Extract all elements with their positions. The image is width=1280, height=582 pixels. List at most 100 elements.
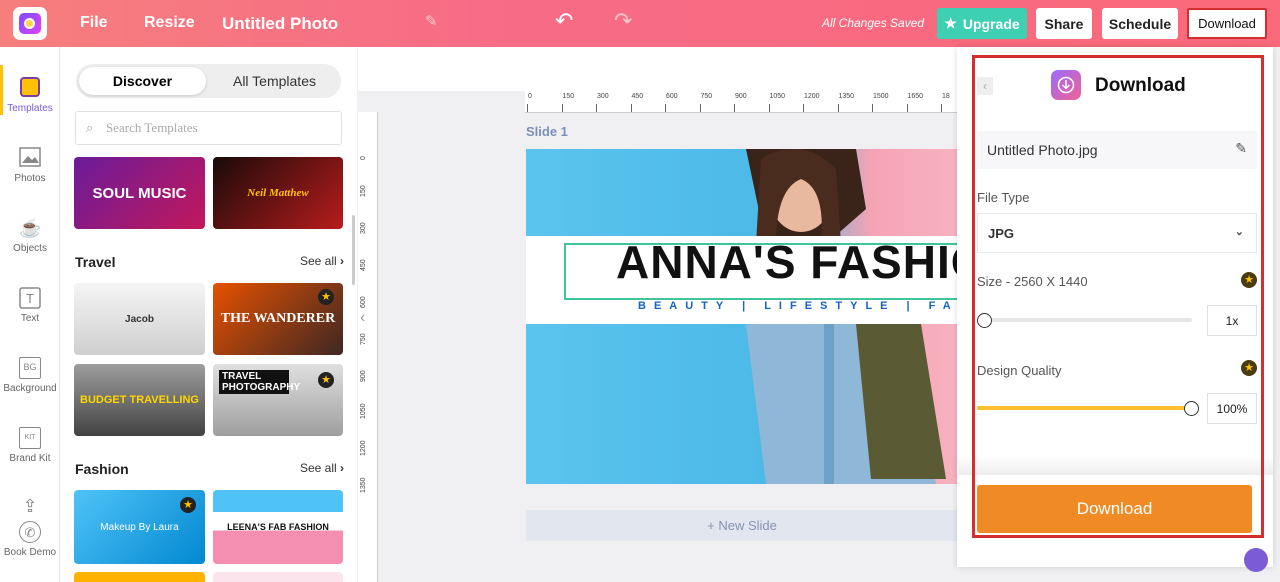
thumb-text: Jacob	[125, 313, 154, 325]
fashion-see-all-link[interactable]: See all ›	[300, 461, 344, 475]
ruler-tick-label: 0	[528, 93, 532, 100]
thumb-text: SOUL MUSIC	[92, 184, 187, 202]
thumb-text: TRAVEL PHOTOGRAPHY	[219, 370, 300, 394]
templates-icon	[19, 77, 41, 99]
nav-photos-label: Photos	[14, 173, 46, 184]
nav-book-demo[interactable]: ✆ Book Demo	[0, 521, 60, 558]
template-thumb[interactable]	[74, 572, 205, 582]
ruler-tick-label: 1350	[360, 477, 367, 493]
nav-text[interactable]: T Text	[0, 287, 60, 324]
template-thumb[interactable]: Neil Matthew	[213, 157, 343, 229]
ruler-tick	[734, 104, 735, 112]
nav-brand-kit[interactable]: KIT Brand Kit	[0, 427, 60, 464]
new-slide-button[interactable]: + New Slide	[526, 510, 958, 541]
chevron-right-icon: ›	[340, 254, 345, 268]
ruler-tick-label: 450	[631, 93, 644, 100]
canvas-toolbar	[358, 47, 958, 91]
edit-title-icon[interactable]: ✎	[425, 12, 438, 30]
ruler-tick-label: 1050	[769, 93, 786, 100]
download-button[interactable]: Download	[1187, 8, 1267, 39]
thumb-text: BUDGET TRAVELLING	[80, 394, 199, 406]
ruler-tick-label: 150	[360, 185, 367, 197]
left-nav: Templates Photos ☕ Objects T Text BG Bac…	[0, 47, 60, 582]
document-title[interactable]: Untitled Photo	[222, 14, 338, 34]
ruler-left: 0 150 300 450 600 750 900 1050 1200 1350	[358, 112, 378, 582]
template-thumb[interactable]: LEENA'S FAB FASHION	[213, 490, 343, 564]
travel-see-all-link[interactable]: See all ›	[300, 254, 344, 268]
templates-panel: Discover All Templates ⌕ Search Templates…	[60, 47, 357, 582]
nav-text-label: Text	[20, 313, 40, 324]
save-status: All Changes Saved	[822, 16, 925, 30]
ruler-tick	[596, 104, 597, 112]
ruler-tick	[872, 104, 873, 112]
ruler-tick	[837, 104, 839, 112]
ruler-tick	[527, 104, 528, 112]
template-thumb[interactable]: SOUL MUSIC	[74, 157, 205, 229]
file-menu[interactable]: File	[80, 14, 108, 32]
search-icon: ⌕	[86, 120, 94, 135]
template-thumb[interactable]: BUDGET TRAVELLING	[74, 364, 205, 436]
headline-text[interactable]: ANNA'S FASHIO	[616, 235, 958, 289]
thumb-text: THE WANDERER	[220, 311, 336, 326]
brand-kit-icon: KIT	[19, 427, 41, 449]
ruler-tick-label: 1200	[360, 440, 367, 456]
ruler-top: 0 150 300 450 600 750 900 1050 1200 1350 1500 1650 1…	[525, 91, 958, 113]
nav-objects-label: Objects	[13, 243, 47, 254]
section-travel-title: Travel	[75, 254, 116, 270]
coffee-cup-icon: ☕	[19, 218, 42, 238]
ruler-tick	[803, 104, 804, 112]
ruler-tick-label: 900	[360, 370, 367, 382]
ruler-tick-label: 300	[597, 93, 609, 100]
ruler-tick-label: 0	[360, 156, 367, 160]
redo-icon[interactable]: ↷	[614, 8, 632, 34]
ruler-tick	[561, 104, 563, 112]
thumb-text: Makeup By Laura	[100, 521, 179, 533]
ruler-tick	[665, 104, 666, 112]
panel-scrollbar[interactable]	[352, 215, 355, 285]
slide-label: Slide 1	[526, 124, 568, 139]
background-icon: BG	[19, 357, 41, 379]
upgrade-button[interactable]: ★ Upgrade	[937, 8, 1027, 39]
ruler-tick	[630, 104, 632, 112]
ruler-tick-label: 600	[360, 296, 367, 308]
ruler-tick-label: 1050	[360, 403, 367, 419]
ruler-tick-label: 18	[942, 93, 950, 100]
ruler-tick	[941, 104, 942, 112]
template-tabs: Discover All Templates	[76, 64, 341, 98]
chat-widget-icon[interactable]	[1244, 548, 1268, 572]
template-thumb[interactable]: Jacob	[74, 283, 205, 355]
tab-discover[interactable]: Discover	[79, 67, 206, 95]
slide-canvas[interactable]: ANNA'S FASHIO BEAUTY | LIFESTYLE | FAS	[526, 149, 958, 484]
ruler-tick-label: 750	[360, 333, 367, 345]
tab-all-templates[interactable]: All Templates	[211, 67, 338, 95]
svg-text:T: T	[26, 291, 34, 306]
see-all-label: See all	[300, 461, 337, 475]
nav-objects[interactable]: ☕ Objects	[0, 217, 60, 254]
nav-templates[interactable]: Templates	[0, 77, 60, 114]
ruler-tick-label: 900	[735, 93, 747, 100]
nav-templates-label: Templates	[7, 103, 53, 114]
schedule-button[interactable]: Schedule	[1102, 8, 1178, 39]
app-logo[interactable]	[13, 7, 47, 40]
ruler-tick-label: 150	[562, 93, 575, 100]
search-placeholder: Search Templates	[106, 120, 198, 135]
ruler-tick-label: 1650	[907, 93, 924, 100]
tagline-text[interactable]: BEAUTY | LIFESTYLE | FAS	[638, 300, 958, 312]
search-input[interactable]: ⌕ Search Templates	[75, 111, 342, 145]
nav-photos[interactable]: Photos	[0, 147, 60, 184]
template-thumb[interactable]	[213, 572, 343, 582]
thumb-text: Neil Matthew	[247, 187, 309, 199]
chevron-right-icon: ›	[340, 461, 345, 475]
resize-menu[interactable]: Resize	[144, 14, 195, 32]
share-button[interactable]: Share	[1036, 8, 1092, 39]
section-fashion-title: Fashion	[75, 461, 129, 477]
upload-icon[interactable]: ⇪	[0, 495, 60, 521]
collapse-panel-icon[interactable]: ‹	[360, 309, 365, 327]
premium-star-icon: ★	[318, 289, 334, 305]
undo-icon[interactable]: ↶	[555, 8, 573, 34]
ruler-tick-label: 750	[700, 93, 713, 100]
ruler-tick	[699, 104, 701, 112]
nav-background[interactable]: BG Background	[0, 357, 60, 394]
highlight-box	[972, 55, 1264, 538]
premium-star-icon: ★	[180, 497, 196, 513]
